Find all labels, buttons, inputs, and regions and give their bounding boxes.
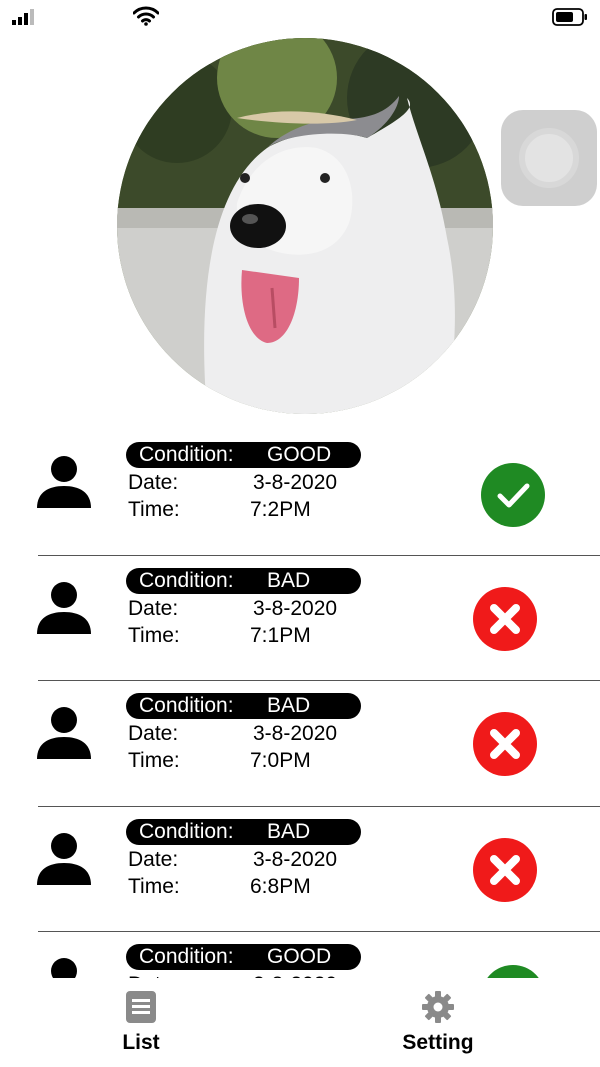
list-document-icon bbox=[126, 991, 156, 1023]
date-label: Date: bbox=[128, 471, 179, 494]
date-value: 3-8-2020 bbox=[253, 471, 338, 494]
condition-value: GOOD bbox=[267, 443, 332, 466]
time-label: Time: bbox=[128, 749, 180, 772]
date-line: Date: 3-8-2020 bbox=[128, 847, 337, 873]
tab-list[interactable]: List bbox=[71, 978, 211, 1067]
condition-label: Condition: bbox=[139, 568, 234, 592]
cellular-signal-icon bbox=[12, 9, 34, 25]
check-icon bbox=[481, 965, 545, 978]
time-value: 7:1PM bbox=[250, 623, 311, 647]
dog-photo[interactable] bbox=[117, 38, 493, 414]
condition-value: BAD bbox=[267, 819, 311, 843]
time-label: Time: bbox=[128, 623, 180, 647]
condition-label: Condition: bbox=[139, 443, 234, 466]
person-icon bbox=[37, 456, 91, 508]
assistive-touch-icon bbox=[519, 128, 579, 188]
list-item[interactable]: Condition: BAD Date: 3-8-2020 Time: 6:8P… bbox=[0, 807, 600, 932]
date-value: 3-8-2020 bbox=[253, 596, 338, 620]
list-item[interactable]: Condition: BAD Date: 3-8-2020 Time: 7:0P… bbox=[0, 681, 600, 807]
condition-value: BAD bbox=[267, 568, 311, 592]
date-label: Date: bbox=[128, 596, 179, 620]
person-icon bbox=[37, 707, 91, 759]
time-label: Time: bbox=[128, 498, 180, 521]
gear-icon bbox=[422, 991, 454, 1023]
check-icon bbox=[481, 463, 545, 527]
time-line: Time: 6:8PM bbox=[128, 874, 311, 900]
condition-badge: Condition: BAD bbox=[126, 693, 361, 719]
status-bar bbox=[0, 0, 600, 34]
tab-list-label: List bbox=[122, 1031, 160, 1054]
person-icon bbox=[51, 958, 77, 978]
person-icon bbox=[37, 832, 91, 885]
condition-badge: Condition: BAD bbox=[126, 567, 361, 594]
condition-badge: Condition: GOOD bbox=[126, 442, 361, 468]
dog-photo-illustration bbox=[117, 38, 493, 414]
app-screen: Condition: GOOD Date: 3-8-2020 Time: 7:2… bbox=[0, 0, 600, 1067]
condition-label: Condition: bbox=[139, 819, 234, 843]
condition-label: Condition: bbox=[139, 945, 234, 968]
list-item[interactable]: Condition: GOOD Date: 3-8-2020 Time: 7:2… bbox=[0, 430, 600, 556]
cross-icon bbox=[473, 837, 537, 902]
time-value: 7:2PM bbox=[250, 498, 311, 521]
time-line: Time: 7:2PM bbox=[128, 497, 311, 523]
battery-icon bbox=[552, 8, 587, 26]
records-list[interactable]: Condition: GOOD Date: 3-8-2020 Time: 7:2… bbox=[0, 430, 600, 978]
tab-bar: List Setting bbox=[0, 978, 600, 1067]
wifi-icon bbox=[133, 6, 159, 26]
date-value: 3-8-2020 bbox=[253, 722, 338, 745]
list-item[interactable]: Condition: BAD Date: 3-8-2020 Time: 7:1P… bbox=[0, 556, 600, 681]
cross-icon bbox=[473, 586, 537, 651]
assistive-touch-button[interactable] bbox=[501, 110, 597, 206]
date-line: Date: 3-8-2020 bbox=[128, 596, 337, 622]
tab-setting[interactable]: Setting bbox=[368, 978, 508, 1067]
time-value: 7:0PM bbox=[250, 749, 311, 772]
cross-icon bbox=[473, 712, 537, 776]
condition-badge: Condition: BAD bbox=[126, 818, 361, 845]
date-label: Date: bbox=[128, 847, 179, 871]
time-label: Time: bbox=[128, 874, 180, 898]
time-line: Time: 7:1PM bbox=[128, 623, 311, 649]
person-icon bbox=[37, 581, 91, 634]
condition-label: Condition: bbox=[139, 694, 234, 717]
date-value: 3-8-2020 bbox=[253, 847, 338, 871]
time-line: Time: 7:0PM bbox=[128, 748, 311, 774]
date-line: Date: 3-8-2020 bbox=[128, 470, 337, 496]
condition-value: BAD bbox=[267, 694, 311, 717]
date-label: Date: bbox=[128, 722, 179, 745]
condition-value: GOOD bbox=[267, 945, 332, 968]
time-value: 6:8PM bbox=[250, 874, 311, 898]
date-line: Date: 3-8-2020 bbox=[128, 721, 337, 747]
condition-badge: Condition: GOOD bbox=[126, 944, 361, 970]
tab-setting-label: Setting bbox=[402, 1031, 474, 1054]
list-item[interactable]: Condition: GOOD Date: 3-8-2020 bbox=[0, 932, 600, 978]
